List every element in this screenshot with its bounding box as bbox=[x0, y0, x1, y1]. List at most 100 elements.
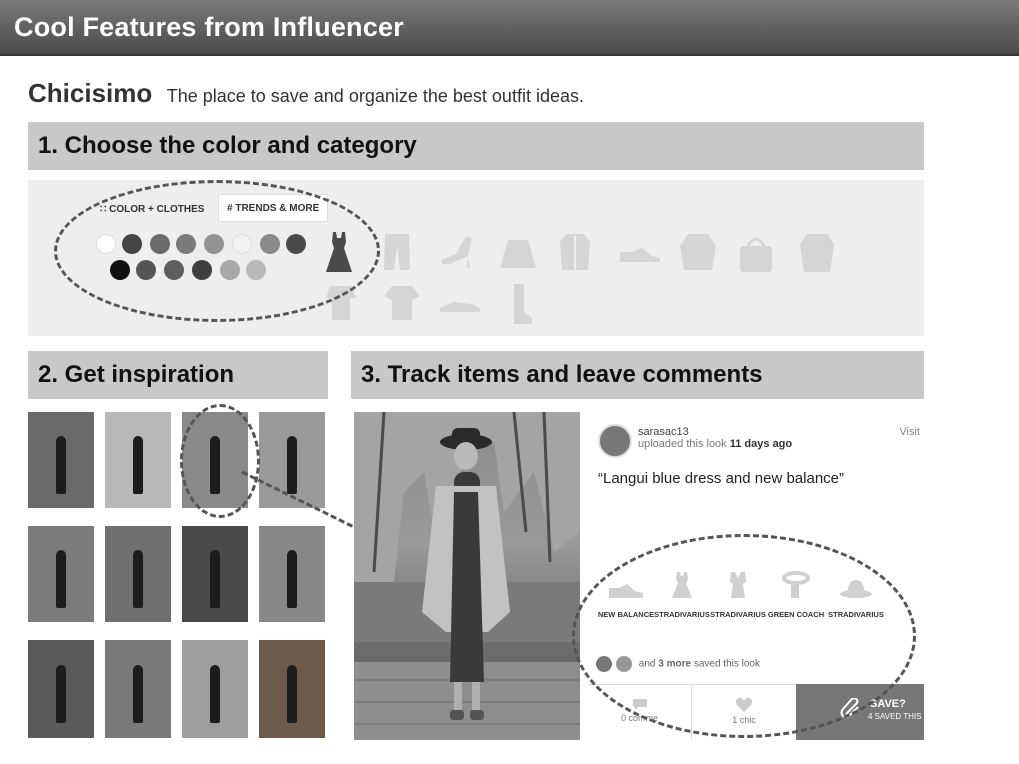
color-swatch[interactable] bbox=[176, 234, 196, 254]
tab-color-clothes[interactable]: ∷ COLOR + CLOTHES bbox=[92, 196, 212, 224]
hat-icon bbox=[840, 580, 872, 598]
connector-line bbox=[241, 470, 361, 532]
brand-name: Chicisimo bbox=[28, 78, 153, 108]
avatar[interactable] bbox=[596, 656, 612, 672]
color-swatch[interactable] bbox=[260, 234, 280, 254]
look-detail-panel: sarasac13 uploaded this look 11 days ago… bbox=[588, 412, 928, 740]
upload-prefix: uploaded this look bbox=[638, 438, 727, 450]
username[interactable]: sarasac13 bbox=[638, 426, 689, 438]
tracked-item-label: NEW BALANCE bbox=[597, 610, 655, 619]
section-heading-step1: 1. Choose the color and category bbox=[28, 122, 924, 170]
color-swatch[interactable] bbox=[164, 260, 184, 280]
look-thumbnail[interactable] bbox=[182, 640, 248, 738]
tracked-item-green-coach[interactable]: GREEN COACH bbox=[764, 570, 828, 619]
tracked-item-new-balance[interactable]: NEW BALANCE bbox=[594, 570, 658, 619]
top-icon bbox=[730, 572, 746, 598]
handbag-icon[interactable] bbox=[736, 232, 776, 274]
sneaker-icon bbox=[609, 584, 643, 598]
brand-row: Chicisimo The place to save and organize… bbox=[28, 78, 584, 109]
color-swatch[interactable] bbox=[122, 234, 142, 254]
color-category-picker: ∷ COLOR + CLOTHES # TRENDS & MORE bbox=[28, 180, 924, 336]
look-caption: “Langui blue dress and new balance” bbox=[598, 470, 844, 487]
brand-tagline: The place to save and organize the best … bbox=[166, 86, 584, 106]
tracked-item-label: STRADIVARIUS bbox=[828, 610, 884, 619]
saved-count[interactable]: 3 more bbox=[658, 659, 691, 670]
tracked-item-label: STRADIVARIUS bbox=[710, 610, 766, 619]
sneaker-icon[interactable] bbox=[618, 246, 662, 264]
person-figure bbox=[210, 550, 220, 608]
person-figure bbox=[56, 664, 66, 724]
look-thumbnail[interactable] bbox=[28, 526, 94, 622]
person-figure bbox=[56, 550, 66, 608]
tab-trends-more-label: TRENDS & MORE bbox=[235, 203, 320, 214]
tab-trends-more[interactable]: # TRENDS & MORE bbox=[218, 194, 329, 222]
flats-icon[interactable] bbox=[438, 298, 482, 314]
tshirt-icon[interactable] bbox=[382, 284, 422, 322]
person-figure bbox=[210, 664, 220, 724]
tracked-item-stradivarius-dress[interactable]: STRADIVARIUS bbox=[650, 570, 714, 619]
color-swatch[interactable] bbox=[204, 234, 224, 254]
look-thumbnail[interactable] bbox=[259, 640, 325, 738]
avatar[interactable] bbox=[616, 656, 632, 672]
heels-icon[interactable] bbox=[438, 234, 478, 270]
skirt-icon[interactable] bbox=[498, 238, 538, 270]
section-heading-step3: 3. Track items and leave comments bbox=[351, 351, 924, 399]
comment-icon bbox=[588, 697, 691, 713]
person-figure bbox=[133, 550, 143, 608]
heart-icon bbox=[692, 697, 796, 715]
dress-icon[interactable] bbox=[324, 230, 354, 274]
chic-count: 1 chic bbox=[732, 715, 756, 725]
person-figure bbox=[56, 436, 66, 494]
tab-color-clothes-label: COLOR + CLOTHES bbox=[109, 204, 205, 215]
saved-by-row: and 3 more saved this look bbox=[596, 656, 760, 672]
visit-link[interactable]: Visit bbox=[899, 426, 920, 438]
outfit-photo[interactable] bbox=[354, 412, 580, 740]
comments-count: 0 comme bbox=[620, 713, 658, 723]
coat-icon[interactable] bbox=[798, 232, 836, 274]
tracked-item-label: GREEN COACH bbox=[767, 610, 825, 619]
color-swatch[interactable] bbox=[136, 260, 156, 280]
color-swatch[interactable] bbox=[150, 234, 170, 254]
scarf-icon bbox=[782, 571, 810, 598]
cardigan-icon[interactable] bbox=[678, 232, 718, 272]
person-figure bbox=[287, 664, 297, 724]
upload-info: uploaded this look 11 days ago bbox=[638, 438, 792, 450]
saved-prefix: and bbox=[638, 658, 656, 670]
person-figure bbox=[133, 436, 143, 494]
chic-button[interactable]: 1 chic bbox=[692, 684, 796, 740]
tracked-item-stradivarius-hat[interactable]: STRADIVARIUS bbox=[824, 570, 888, 619]
save-subtext: 4 SAVED THIS L bbox=[868, 712, 929, 721]
color-swatch[interactable] bbox=[286, 234, 306, 254]
avatar[interactable] bbox=[598, 424, 632, 458]
jacket-icon[interactable] bbox=[558, 232, 592, 272]
paperclip-icon bbox=[840, 697, 862, 722]
person-figure bbox=[133, 664, 143, 724]
saved-suffix: saved this look bbox=[693, 658, 760, 670]
color-swatch[interactable] bbox=[232, 234, 252, 254]
color-swatch[interactable] bbox=[192, 260, 212, 280]
look-thumbnail[interactable] bbox=[105, 640, 171, 738]
look-thumbnail[interactable] bbox=[28, 412, 94, 508]
dress-icon bbox=[672, 572, 692, 598]
hashtag-icon: # bbox=[227, 203, 233, 214]
header-bar: Cool Features from Influencer bbox=[0, 0, 1019, 56]
comments-button[interactable]: 0 comme bbox=[588, 684, 692, 740]
color-swatch[interactable] bbox=[246, 260, 266, 280]
look-thumbnail[interactable] bbox=[105, 412, 171, 508]
look-thumbnail[interactable] bbox=[182, 526, 248, 622]
look-thumbnail[interactable] bbox=[182, 412, 248, 508]
color-swatch[interactable] bbox=[96, 234, 116, 254]
color-swatch[interactable] bbox=[220, 260, 240, 280]
section-heading-step2: 2. Get inspiration bbox=[28, 351, 328, 399]
top-icon[interactable] bbox=[324, 284, 358, 322]
look-thumbnail[interactable] bbox=[105, 526, 171, 622]
color-swatch[interactable] bbox=[110, 260, 130, 280]
tracked-item-stradivarius-top[interactable]: STRADIVARIUS bbox=[706, 570, 770, 619]
boots-icon[interactable] bbox=[506, 282, 534, 326]
look-thumbnail[interactable] bbox=[28, 640, 94, 738]
save-label: SAVE? bbox=[870, 698, 906, 710]
pants-icon[interactable] bbox=[382, 232, 412, 272]
save-button[interactable]: SAVE? 4 SAVED THIS L bbox=[796, 684, 928, 740]
upload-time: 11 days ago bbox=[729, 438, 793, 450]
dots-icon: ∷ bbox=[100, 204, 107, 215]
